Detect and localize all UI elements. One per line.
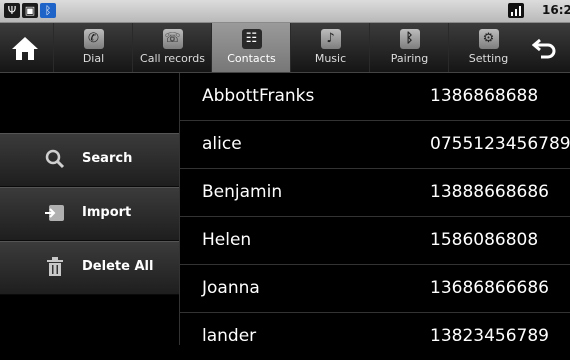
home-icon — [12, 36, 38, 60]
tab-contacts[interactable]: ☷ Contacts — [211, 23, 291, 72]
contact-phone: 0755123456789 — [430, 134, 570, 154]
sidebar: Search Import Delete All — [0, 73, 180, 345]
status-bar: Ψ ▣ ᛒ 16:28 — [0, 0, 570, 23]
contact-row[interactable]: lander 13823456789 — [180, 313, 570, 360]
contact-phone: 13888668686 — [430, 182, 549, 202]
usb-icon: Ψ — [4, 3, 20, 18]
call-log-icon: ☏ — [162, 29, 183, 49]
tab-music[interactable]: ♪ Music — [290, 23, 370, 72]
contact-phone: 1386868688 — [430, 86, 539, 106]
tab-pairing[interactable]: ᛒ Pairing — [369, 23, 449, 72]
search-button[interactable]: Search — [0, 133, 179, 187]
import-button[interactable]: Import — [0, 187, 179, 241]
contact-row[interactable]: Helen 1586086808 — [180, 217, 570, 265]
contact-name: lander — [202, 326, 257, 346]
tab-setting[interactable]: ⚙ Setting — [448, 23, 528, 72]
contact-name: Benjamin — [202, 182, 283, 202]
signal-icon — [508, 3, 524, 18]
search-icon — [44, 149, 66, 171]
tab-call-records[interactable]: ☏ Call records — [132, 23, 212, 72]
contact-row[interactable]: Benjamin 13888668686 — [180, 169, 570, 217]
tab-dial[interactable]: ✆ Dial — [53, 23, 133, 72]
back-arrow-icon — [532, 38, 556, 58]
nav-bar: ✆ Dial ☏ Call records ☷ Contacts ♪ Music… — [0, 23, 570, 73]
contact-list: AbbottFranks 1386868688 alice 0755123456… — [180, 73, 570, 346]
phone-icon: ✆ — [83, 29, 104, 49]
contact-row[interactable]: Joanna 13686866686 — [180, 265, 570, 313]
contacts-icon: ☷ — [241, 29, 262, 49]
contact-row[interactable]: alice 0755123456789 — [180, 121, 570, 169]
gear-icon: ⚙ — [478, 29, 499, 49]
contact-phone: 1586086808 — [430, 230, 539, 250]
contact-phone: 13823456789 — [430, 326, 549, 346]
contact-name: Helen — [202, 230, 252, 250]
status-time: 16:28 — [542, 3, 570, 17]
contact-name: Joanna — [202, 278, 260, 298]
bluetooth-icon: ᛒ — [40, 3, 56, 18]
contact-name: alice — [202, 134, 242, 154]
trash-icon — [44, 257, 66, 279]
music-icon: ♪ — [320, 29, 341, 49]
home-button[interactable] — [0, 23, 50, 72]
bluetooth-pairing-icon: ᛒ — [399, 29, 420, 49]
delete-all-button[interactable]: Delete All — [0, 241, 179, 295]
back-button[interactable] — [520, 23, 570, 72]
android-icon: ▣ — [22, 3, 38, 18]
contact-name: AbbottFranks — [202, 86, 315, 106]
contact-row[interactable]: AbbottFranks 1386868688 — [180, 73, 570, 121]
import-icon — [44, 203, 66, 225]
contact-phone: 13686866686 — [430, 278, 549, 298]
